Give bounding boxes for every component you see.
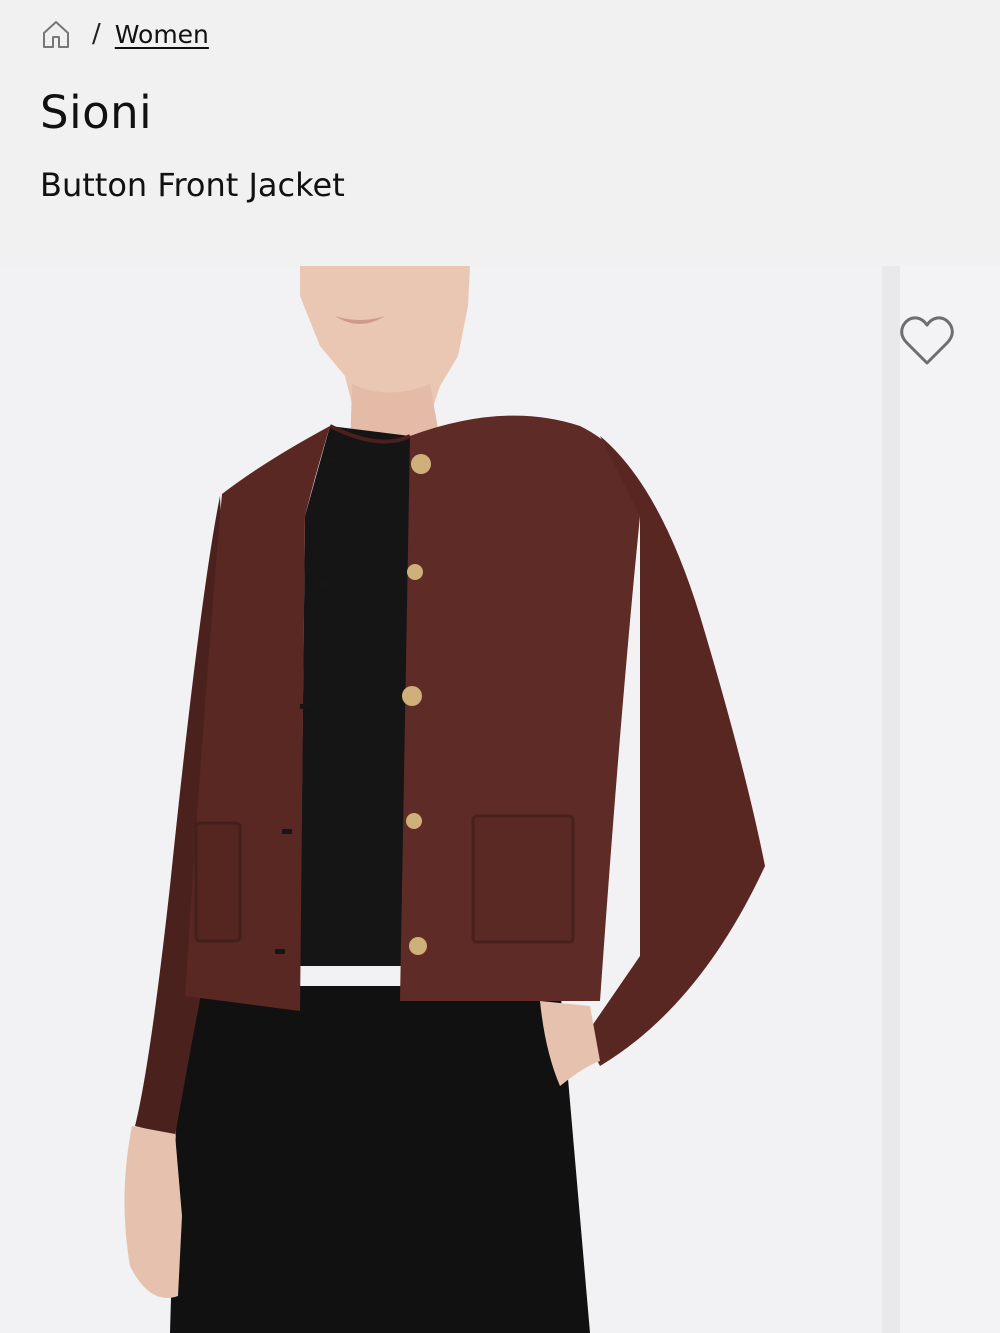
gallery-side-panel xyxy=(900,266,1000,1333)
brand-name[interactable]: Sioni xyxy=(40,86,152,139)
product-title: Button Front Jacket xyxy=(40,166,345,204)
home-icon[interactable] xyxy=(40,18,72,50)
gallery-next-image-peek[interactable] xyxy=(882,266,900,1333)
heart-outline-icon[interactable] xyxy=(898,314,956,368)
breadcrumb-link-women[interactable]: Women xyxy=(115,20,209,49)
product-image[interactable] xyxy=(0,266,882,1333)
breadcrumb-separator: / xyxy=(92,19,101,49)
product-gallery[interactable] xyxy=(0,266,1000,1333)
breadcrumb: / Women xyxy=(40,14,209,54)
